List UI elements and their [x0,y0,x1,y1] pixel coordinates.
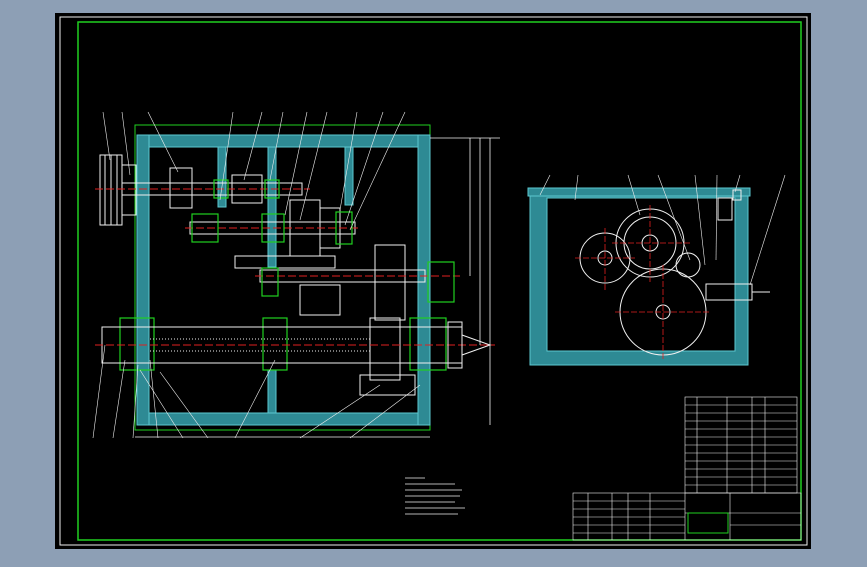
cad-drawing-canvas [55,13,811,549]
cad-window [0,0,867,562]
end-view [527,174,786,366]
